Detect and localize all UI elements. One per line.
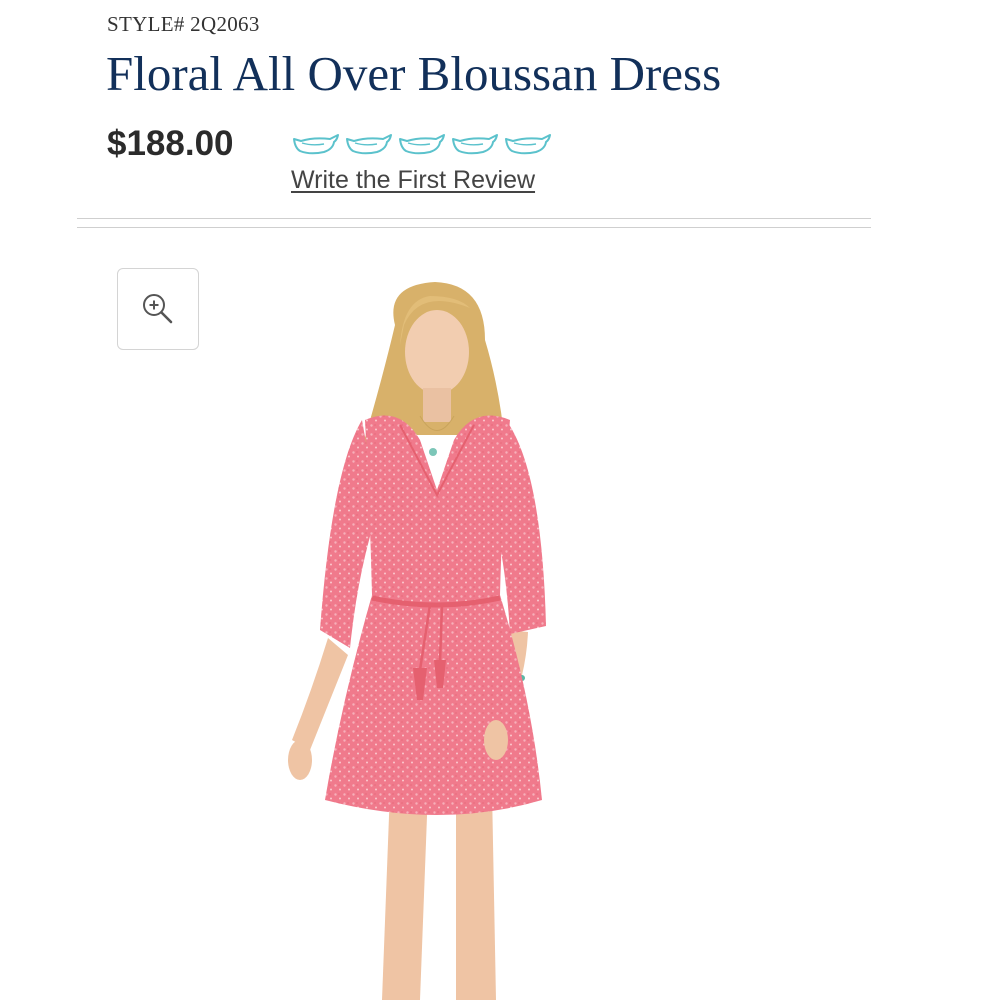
style-number: STYLE# 2Q2063 bbox=[107, 12, 260, 36]
whale-icon bbox=[293, 134, 339, 155]
rating-stars[interactable] bbox=[290, 133, 552, 157]
product-price: $188.00 bbox=[107, 124, 234, 163]
whale-icon bbox=[399, 134, 445, 155]
product-image bbox=[288, 282, 546, 1000]
divider bbox=[77, 227, 871, 228]
whale-icon bbox=[505, 134, 551, 155]
whale-icon bbox=[452, 134, 498, 155]
write-review-link[interactable]: Write the First Review bbox=[291, 166, 535, 195]
whale-icon bbox=[346, 134, 392, 155]
divider bbox=[77, 218, 871, 219]
zoom-in-icon bbox=[143, 294, 173, 324]
product-title: Floral All Over Bloussan Dress bbox=[106, 46, 722, 101]
zoom-button[interactable] bbox=[117, 268, 199, 350]
